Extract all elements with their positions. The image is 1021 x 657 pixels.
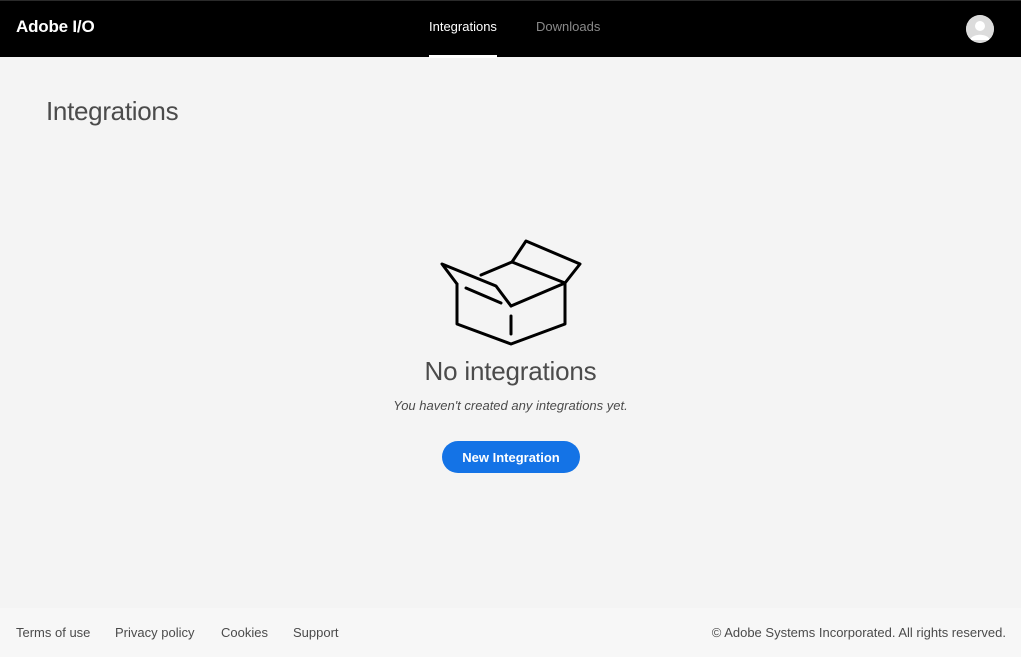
brand-logo[interactable]: Adobe I/O [16,17,95,37]
empty-state-subtitle: You haven't created any integrations yet… [393,398,628,413]
footer-link-terms[interactable]: Terms of use [16,625,90,640]
open-box-icon [440,239,582,346]
new-integration-button[interactable]: New Integration [442,441,580,473]
page-title: Integrations [46,96,179,126]
user-avatar-icon[interactable] [966,15,994,43]
empty-state-title: No integrations [424,356,597,386]
tab-downloads[interactable]: Downloads [536,19,600,57]
top-navigation-bar: Adobe I/O Integrations Downloads [0,0,1021,58]
footer-link-support[interactable]: Support [293,625,339,640]
tab-integrations[interactable]: Integrations [429,19,497,58]
footer-link-privacy[interactable]: Privacy policy [115,625,194,640]
footer-link-cookies[interactable]: Cookies [221,625,268,640]
copyright-text: © Adobe Systems Incorporated. All rights… [711,625,1006,640]
footer: Terms of use Privacy policy Cookies Supp… [0,608,1021,657]
